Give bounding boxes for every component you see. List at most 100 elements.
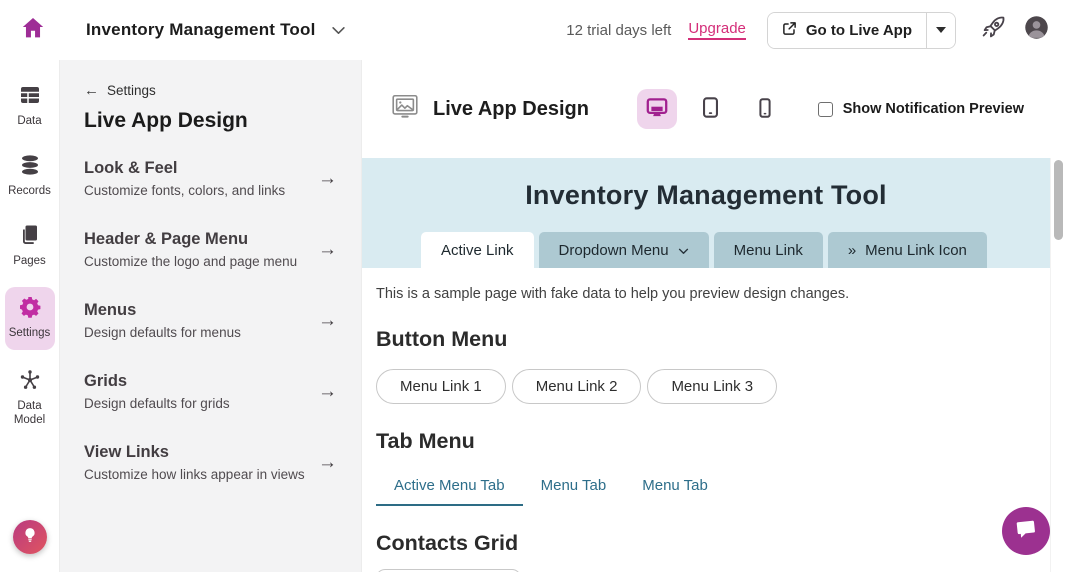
tab-menu-row: Active Menu Tab Menu Tab Menu Tab xyxy=(376,468,1052,506)
menu-item-subtitle: Customize fonts, colors, and links xyxy=(84,183,285,198)
rail-label: Records xyxy=(8,185,51,199)
whats-new-button[interactable] xyxy=(980,14,1007,46)
active-menu-tab[interactable]: Active Menu Tab xyxy=(376,468,523,506)
trial-days-text: 12 trial days left xyxy=(566,22,671,39)
external-link-icon xyxy=(782,21,797,40)
rail-label: Pages xyxy=(13,255,46,269)
arrow-right-icon xyxy=(318,310,337,332)
button-menu-row: Menu Link 1 Menu Link 2 Menu Link 3 xyxy=(376,369,1052,404)
sidebar-title: Live App Design xyxy=(84,109,337,133)
chevron-down-icon xyxy=(678,248,689,255)
arrow-right-icon xyxy=(318,168,337,190)
go-to-live-app-button[interactable]: Go to Live App xyxy=(768,13,926,48)
desktop-icon xyxy=(644,95,670,124)
phone-icon xyxy=(753,96,777,123)
nav-rail: Data Records Pages Settings xyxy=(0,60,60,572)
menu-link-2-button[interactable]: Menu Link 2 xyxy=(512,369,642,404)
gear-icon xyxy=(18,295,42,324)
menu-item-title: Header & Page Menu xyxy=(84,230,297,249)
preview-tab-menu-link-icon[interactable]: » Menu Link Icon xyxy=(828,232,987,268)
device-preview-toggle xyxy=(637,89,785,129)
rail-label: Data Model xyxy=(5,400,55,428)
preview-tab-active-link[interactable]: Active Link xyxy=(421,232,534,268)
app-switcher[interactable]: Inventory Management Tool xyxy=(86,20,346,40)
show-notification-label: Show Notification Preview xyxy=(843,101,1024,117)
app-title: Inventory Management Tool xyxy=(86,20,316,40)
preview-menu-bar: Active Link Dropdown Menu Menu Link » Me… xyxy=(421,232,987,268)
page-title: Live App Design xyxy=(433,98,589,121)
lightbulb-icon xyxy=(21,526,39,549)
tab-label: Active Link xyxy=(441,242,514,259)
main-panel: Live App Design xyxy=(362,60,1066,572)
rail-label: Settings xyxy=(9,327,51,341)
menu-link-1-button[interactable]: Menu Link 1 xyxy=(376,369,506,404)
arrow-right-icon xyxy=(318,452,337,474)
chevron-down-icon xyxy=(331,26,346,35)
pages-icon xyxy=(18,223,42,252)
tab-menu-heading: Tab Menu xyxy=(376,429,1052,454)
menu-item-look-and-feel[interactable]: Look & Feel Customize fonts, colors, and… xyxy=(84,159,337,198)
preview-scrollbar-thumb[interactable] xyxy=(1054,160,1063,240)
app-window: Inventory Management Tool 12 trial days … xyxy=(0,0,1066,572)
menu-item-subtitle: Customize the logo and page menu xyxy=(84,254,297,269)
menu-item-title: Look & Feel xyxy=(84,159,285,178)
tab-label: Menu Link Icon xyxy=(865,242,967,259)
sidebar-item-data[interactable]: Data xyxy=(5,78,55,135)
preview-app-title: Inventory Management Tool xyxy=(362,158,1050,211)
menu-item-menus[interactable]: Menus Design defaults for menus xyxy=(84,301,337,340)
menu-item-title: Grids xyxy=(84,372,230,391)
tablet-preview-button[interactable] xyxy=(691,89,731,129)
sidebar-item-data-model[interactable]: Data Model xyxy=(5,363,55,434)
preview-tab-dropdown-menu[interactable]: Dropdown Menu xyxy=(539,232,709,268)
topbar-right: 12 trial days left Upgrade Go to Live Ap… xyxy=(566,12,1050,49)
home-button[interactable] xyxy=(16,13,50,47)
menu-item-grids[interactable]: Grids Design defaults for grids xyxy=(84,372,337,411)
show-notification-checkbox[interactable] xyxy=(818,102,833,117)
menu-item-header-page-menu[interactable]: Header & Page Menu Customize the logo an… xyxy=(84,230,337,269)
go-to-live-app-label: Go to Live App xyxy=(806,22,912,39)
back-label: Settings xyxy=(107,83,156,98)
rail-label: Data xyxy=(17,115,41,129)
back-to-settings-link[interactable]: Settings xyxy=(84,82,156,99)
back-arrow-icon xyxy=(84,82,99,99)
menu-tab[interactable]: Menu Tab xyxy=(624,468,726,506)
chat-bubble-icon xyxy=(1013,516,1039,547)
contacts-grid-heading: Contacts Grid xyxy=(376,531,1052,556)
sample-page-text: This is a sample page with fake data to … xyxy=(376,286,1052,302)
tab-label: Dropdown Menu xyxy=(559,242,669,259)
menu-link-3-button[interactable]: Menu Link 3 xyxy=(647,369,777,404)
account-menu-button[interactable] xyxy=(1023,14,1050,46)
show-notification-preview-control: Show Notification Preview xyxy=(818,101,1024,117)
preview-tab-menu-link[interactable]: Menu Link xyxy=(714,232,823,268)
network-icon xyxy=(18,368,42,397)
menu-item-title: View Links xyxy=(84,443,305,462)
design-preview-icon xyxy=(390,92,420,127)
button-menu-heading: Button Menu xyxy=(376,327,1052,352)
phone-preview-button[interactable] xyxy=(745,89,785,129)
table-icon xyxy=(18,83,42,112)
menu-item-subtitle: Customize how links appear in views xyxy=(84,467,305,482)
guillemet-icon: » xyxy=(848,242,856,259)
caret-down-icon xyxy=(936,27,946,38)
sidebar-item-records[interactable]: Records xyxy=(5,148,55,205)
upgrade-link[interactable]: Upgrade xyxy=(688,20,746,40)
main-header: Live App Design xyxy=(362,60,1066,158)
arrow-right-icon xyxy=(318,381,337,403)
tab-label: Menu Link xyxy=(734,242,803,259)
preview-content: This is a sample page with fake data to … xyxy=(362,286,1066,572)
sidebar-item-settings[interactable]: Settings xyxy=(5,287,55,350)
menu-item-view-links[interactable]: View Links Customize how links appear in… xyxy=(84,443,337,482)
tablet-icon xyxy=(698,95,723,123)
desktop-preview-button[interactable] xyxy=(637,89,677,129)
go-to-live-app-dropdown[interactable] xyxy=(926,13,955,48)
arrow-right-icon xyxy=(318,239,337,261)
help-ideas-button[interactable] xyxy=(13,520,47,554)
chat-support-button[interactable] xyxy=(1002,507,1050,555)
rocket-icon xyxy=(980,14,1007,46)
menu-tab[interactable]: Menu Tab xyxy=(523,468,625,506)
sidebar-item-pages[interactable]: Pages xyxy=(5,218,55,275)
menu-item-subtitle: Design defaults for grids xyxy=(84,396,230,411)
menu-item-subtitle: Design defaults for menus xyxy=(84,325,241,340)
preview-banner: Inventory Management Tool Active Link Dr… xyxy=(362,158,1050,268)
settings-sidebar: Settings Live App Design Look & Feel Cus… xyxy=(60,60,362,572)
